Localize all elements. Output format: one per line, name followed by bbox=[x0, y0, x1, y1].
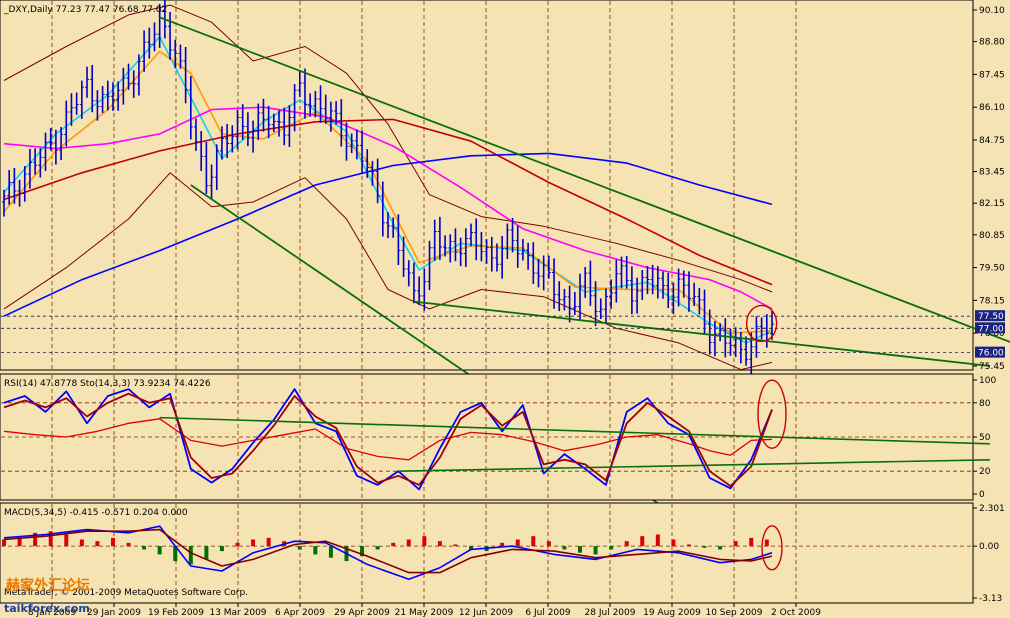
rsi-y-label-1: 80 bbox=[979, 399, 991, 409]
date-label-9: 28 Jul 2009 bbox=[585, 608, 636, 618]
date-label-1: 29 Jan 2009 bbox=[87, 608, 141, 618]
date-label-10: 19 Aug 2009 bbox=[643, 608, 701, 618]
macd-histogram-bar bbox=[251, 539, 256, 547]
macd-histogram-bar bbox=[686, 544, 691, 547]
macd-histogram-bar bbox=[313, 546, 318, 555]
macd-y-label-1: 0.00 bbox=[979, 542, 999, 552]
macd-histogram-bar bbox=[79, 539, 84, 547]
date-label-5: 29 Apr 2009 bbox=[334, 608, 390, 618]
price-y-label-4: 84.75 bbox=[979, 136, 1005, 146]
macd-histogram-bar bbox=[95, 541, 100, 547]
macd-histogram-bar bbox=[422, 536, 427, 547]
macd-histogram-bar bbox=[531, 536, 536, 547]
date-label-11: 10 Sep 2009 bbox=[705, 608, 762, 618]
macd-histogram-bar bbox=[655, 534, 660, 547]
price-y-label-9: 78.15 bbox=[979, 296, 1005, 306]
rsi-y-label-2: 50 bbox=[979, 433, 991, 443]
price-panel-frame bbox=[0, 0, 974, 371]
price-y-label-1: 88.80 bbox=[979, 38, 1005, 48]
macd-histogram-bar bbox=[546, 541, 551, 547]
rsi-y-label-4: 0 bbox=[979, 490, 985, 500]
rsi-header: RSI(14) 47.8778 Sto(14,3,3) 73.9234 74.4… bbox=[4, 379, 211, 389]
watermark-cn: 赫家外汇论坛 bbox=[6, 577, 90, 594]
macd-histogram-bar bbox=[219, 546, 224, 552]
macd-histogram-bar bbox=[297, 546, 302, 550]
macd-histogram-bar bbox=[671, 539, 676, 547]
macd-histogram-bar bbox=[640, 536, 645, 547]
rsi-panel: 100 80 50 20 0 RSI(14) 47.8778 Sto(14,3,3) 7… bbox=[0, 373, 996, 501]
macd-histogram-bar bbox=[624, 541, 629, 547]
macd-histogram-bar bbox=[718, 546, 723, 550]
macd-y-label-0: 2.301 bbox=[979, 504, 1005, 514]
price-y-label-6: 82.15 bbox=[979, 199, 1005, 209]
date-label-7: 12 Jun 2009 bbox=[459, 608, 513, 618]
macd-histogram-bar bbox=[702, 546, 707, 548]
price-y-label-3: 86.10 bbox=[979, 103, 1005, 113]
date-label-12: 2 Oct 2009 bbox=[771, 608, 821, 618]
macd-histogram-bar bbox=[235, 542, 240, 547]
macd-histogram-bar bbox=[64, 534, 69, 547]
price-tag-0: 77.50 bbox=[978, 312, 1004, 322]
macd-histogram-bar bbox=[266, 537, 271, 547]
macd-histogram-bar bbox=[733, 541, 738, 547]
macd-histogram-bar bbox=[391, 542, 396, 547]
price-tag-1: 77.00 bbox=[978, 324, 1004, 334]
macd-histogram-bar bbox=[562, 546, 567, 550]
macd-histogram-bar bbox=[609, 546, 614, 550]
macd-histogram-bar bbox=[188, 546, 193, 565]
price-y-label-5: 83.45 bbox=[979, 168, 1005, 178]
macd-histogram-bar bbox=[328, 546, 333, 558]
macd-histogram-bar bbox=[406, 539, 411, 547]
watermark-site: taikforex.com bbox=[4, 602, 90, 615]
macd-histogram-bar bbox=[157, 546, 162, 555]
chart-root: 90.10 88.80 87.45 86.10 84.75 83.45 82.15 80.85… bbox=[0, 0, 1010, 618]
macd-y-label-2: -3.13 bbox=[979, 594, 1002, 604]
macd-histogram-bar bbox=[749, 537, 754, 547]
price-y-label-0: 90.10 bbox=[979, 6, 1005, 16]
macd-histogram-bar bbox=[578, 546, 582, 553]
rsi-y-label-3: 20 bbox=[979, 467, 991, 477]
macd-histogram-bar bbox=[437, 541, 442, 547]
price-y-label-2: 87.45 bbox=[979, 70, 1005, 80]
macd-histogram-bar bbox=[764, 539, 769, 547]
rsi-y-label-0: 100 bbox=[979, 376, 996, 386]
price-y-label-7: 80.85 bbox=[979, 231, 1005, 241]
macd-histogram-bar bbox=[500, 542, 505, 547]
date-label-4: 6 Apr 2009 bbox=[275, 608, 325, 618]
macd-histogram-bar bbox=[515, 539, 520, 547]
macd-panel: 2.301 0.00 -3.13 MACD(5,34,5) -0.415 -0.57… bbox=[0, 502, 1005, 604]
date-label-6: 21 May 2009 bbox=[395, 608, 454, 618]
macd-histogram-bar bbox=[142, 546, 147, 550]
macd-histogram-bar bbox=[204, 546, 209, 560]
macd-histogram-bar bbox=[593, 546, 598, 555]
macd-histogram-bar bbox=[126, 542, 131, 547]
price-y-label-11: 75.45 bbox=[979, 362, 1005, 372]
macd-histogram-bar bbox=[453, 544, 458, 547]
date-label-2: 19 Feb 2009 bbox=[148, 608, 204, 618]
date-label-8: 6 Jul 2009 bbox=[525, 608, 570, 618]
price-y-label-8: 79.50 bbox=[979, 264, 1005, 274]
macd-header: MACD(5,34,5) -0.415 -0.571 0.204 0.000 bbox=[4, 508, 188, 518]
macd-histogram-bar bbox=[2, 539, 6, 547]
macd-histogram-bar bbox=[375, 546, 380, 550]
macd-histogram-bar bbox=[110, 537, 115, 547]
date-label-3: 13 Mar 2009 bbox=[209, 608, 266, 618]
price-header: _DXY,Daily 77.23 77.47 76.68 77.02 bbox=[3, 5, 167, 15]
price-tag-2: 76.00 bbox=[978, 349, 1004, 359]
